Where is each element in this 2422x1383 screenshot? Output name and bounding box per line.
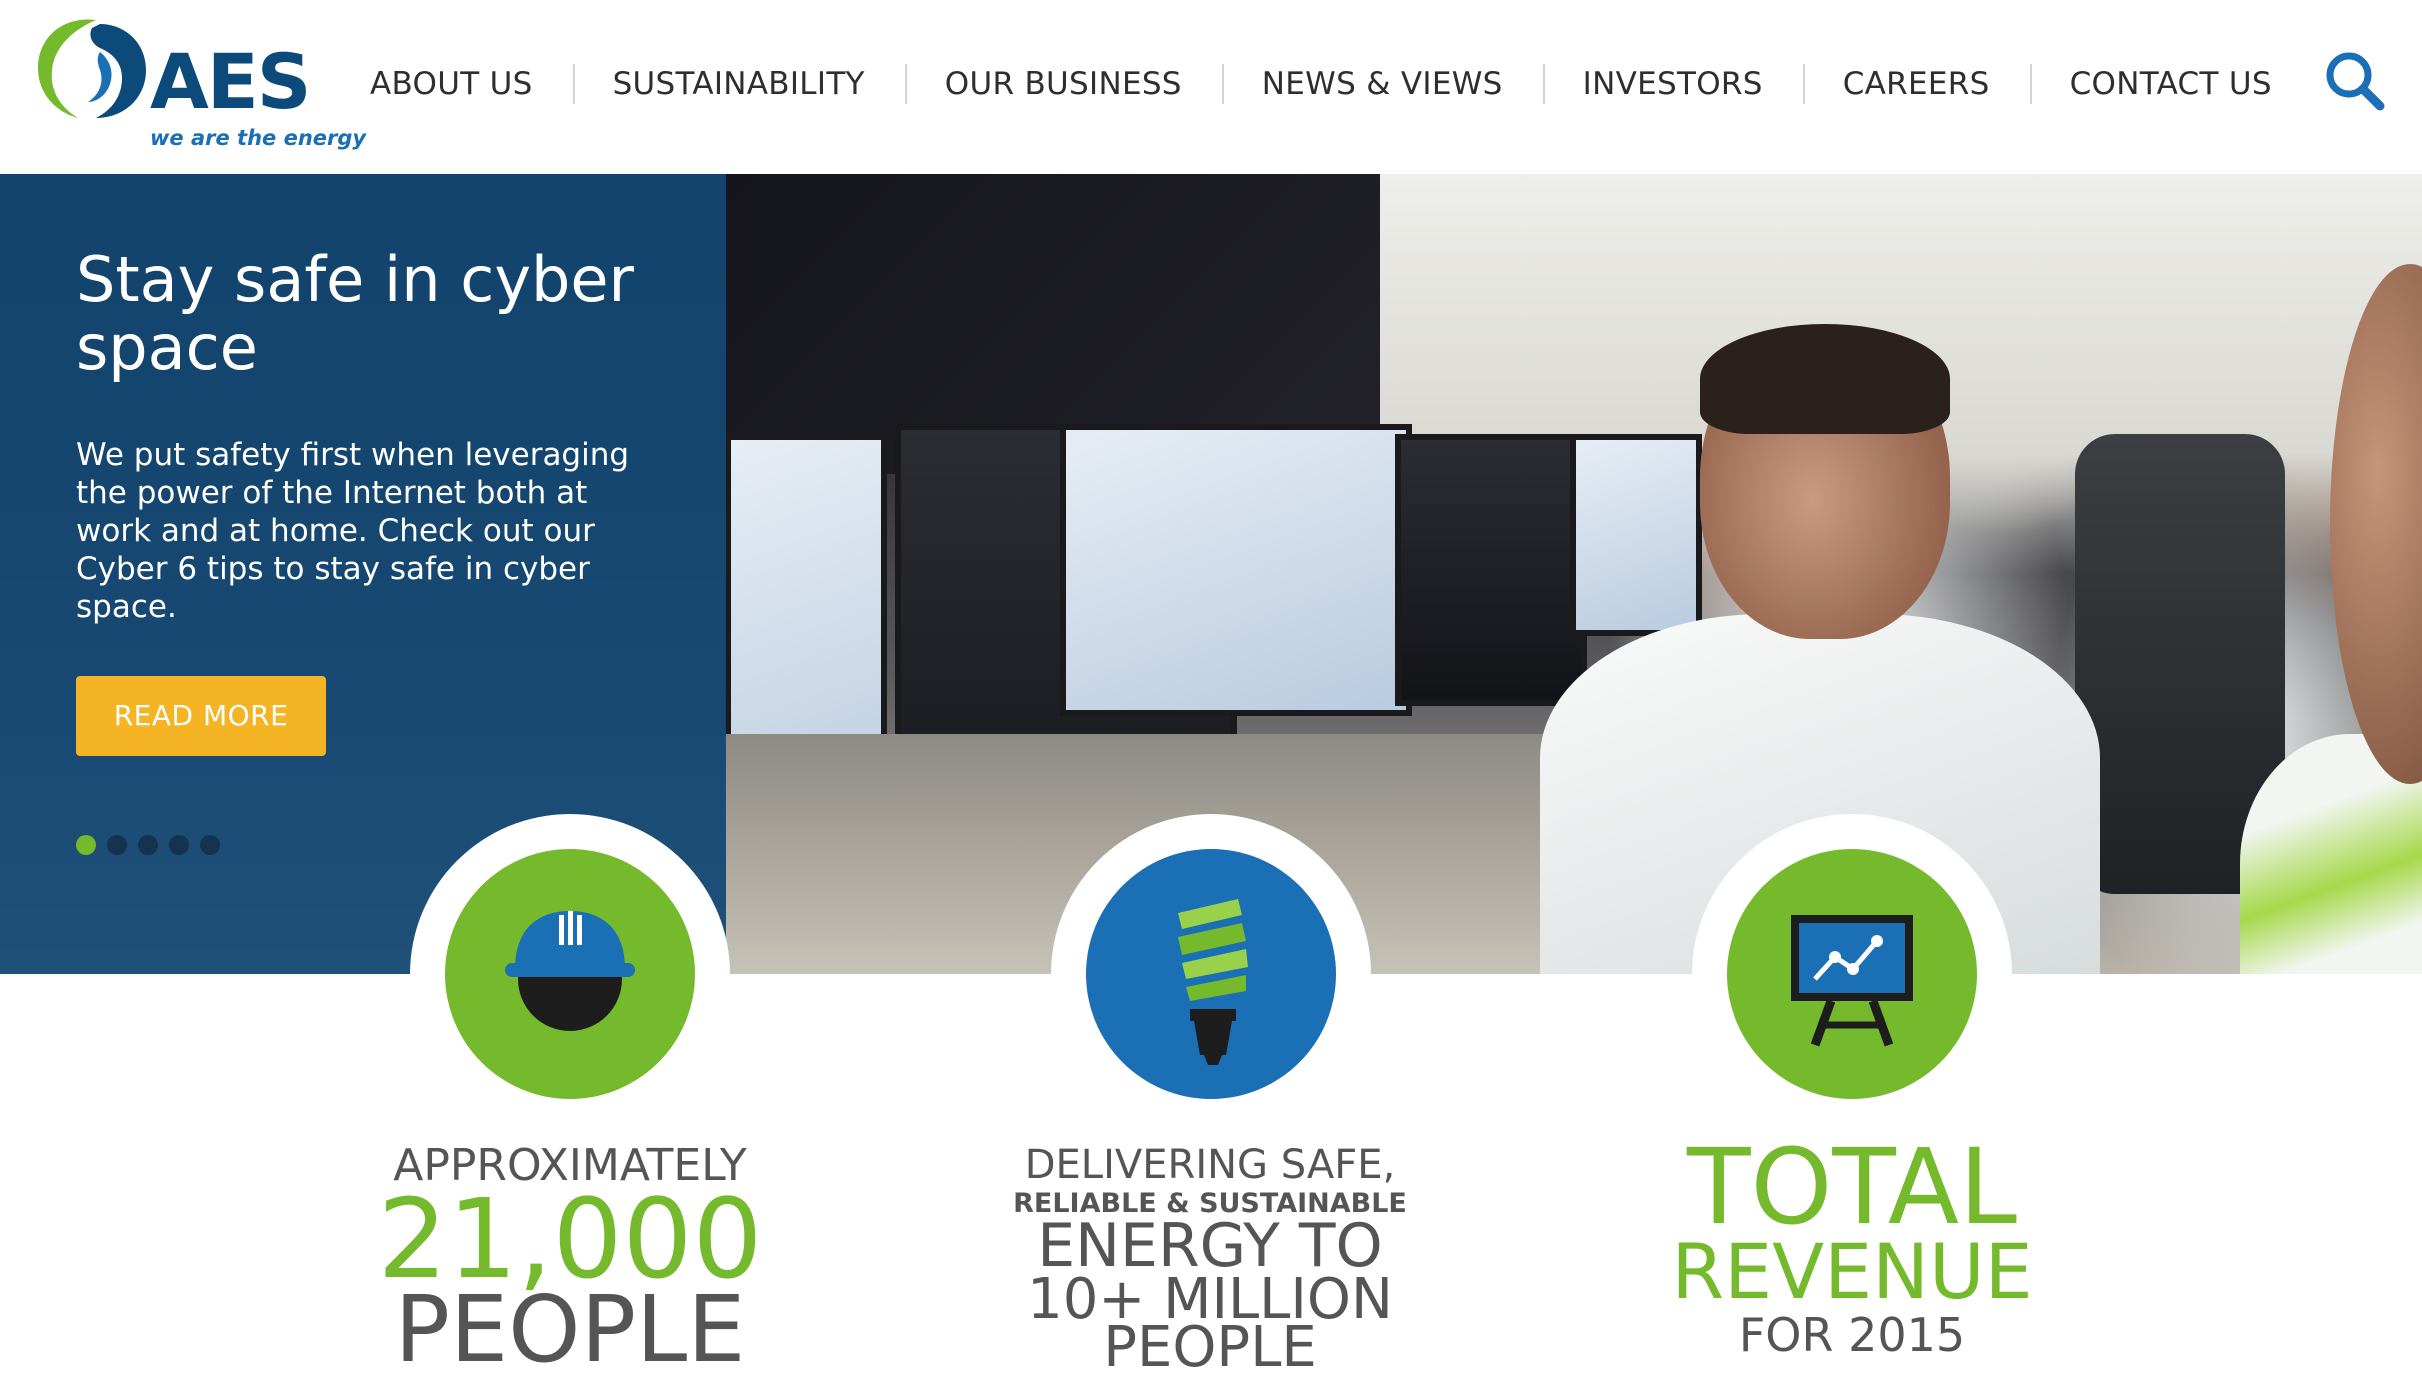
stat-customers-label-1: DELIVERING SAFE, xyxy=(1024,1142,1396,1188)
stat-revenue-circle xyxy=(1727,849,1977,1099)
logo-tagline: we are the energy xyxy=(150,126,367,150)
nav-contact-us[interactable]: CONTACT US xyxy=(2029,54,2312,114)
nav-sustainability[interactable]: SUSTAINABILITY xyxy=(572,54,905,114)
stat-employees-circle xyxy=(445,849,695,1099)
carousel-dot-4[interactable] xyxy=(169,835,189,855)
light-bulb-icon xyxy=(1178,899,1248,1065)
carousel-dots xyxy=(76,835,220,855)
search-icon xyxy=(2326,52,2385,111)
carousel-dot-5[interactable] xyxy=(200,835,220,855)
hero-title: Stay safe in cyber space xyxy=(76,243,635,384)
stat-customers-unit: PEOPLE xyxy=(1103,1315,1317,1380)
carousel-dot-1[interactable] xyxy=(76,835,96,855)
logo-wordmark: AES xyxy=(150,37,311,126)
stat-customers-circle xyxy=(1086,849,1336,1099)
hard-hat-icon xyxy=(505,911,635,1031)
site-header: AES we are the energy ABOUT US SUSTAINAB… xyxy=(0,0,2422,174)
search-button[interactable] xyxy=(2322,48,2388,114)
carousel-dot-3[interactable] xyxy=(138,835,158,855)
stat-employees-badge xyxy=(410,814,730,1134)
read-more-button[interactable]: READ MORE xyxy=(76,676,326,756)
stat-revenue-label-2: REVENUE xyxy=(1671,1227,2033,1316)
hero-body: We put safety first when leveraging the … xyxy=(76,437,630,625)
aes-logo[interactable]: AES we are the energy xyxy=(34,14,366,156)
stat-customers-badge xyxy=(1051,814,1371,1134)
nav-news-views[interactable]: NEWS & VIEWS xyxy=(1221,54,1543,114)
chart-easel-icon xyxy=(1791,915,1913,1047)
nav-careers[interactable]: CAREERS xyxy=(1802,54,2030,114)
stat-revenue-label-1: TOTAL xyxy=(1687,1126,2017,1248)
stat-revenue-badge xyxy=(1692,814,2012,1134)
nav-investors[interactable]: INVESTORS xyxy=(1542,54,1803,114)
main-nav: ABOUT US SUSTAINABILITY OUR BUSINESS NEW… xyxy=(330,54,2312,114)
aes-logo-icon xyxy=(38,19,146,118)
nav-about-us[interactable]: ABOUT US xyxy=(330,54,573,114)
nav-our-business[interactable]: OUR BUSINESS xyxy=(904,54,1222,114)
stat-employees-unit: PEOPLE xyxy=(394,1276,746,1383)
stat-revenue-label-3: FOR 2015 xyxy=(1738,1308,1966,1362)
carousel-dot-2[interactable] xyxy=(107,835,127,855)
